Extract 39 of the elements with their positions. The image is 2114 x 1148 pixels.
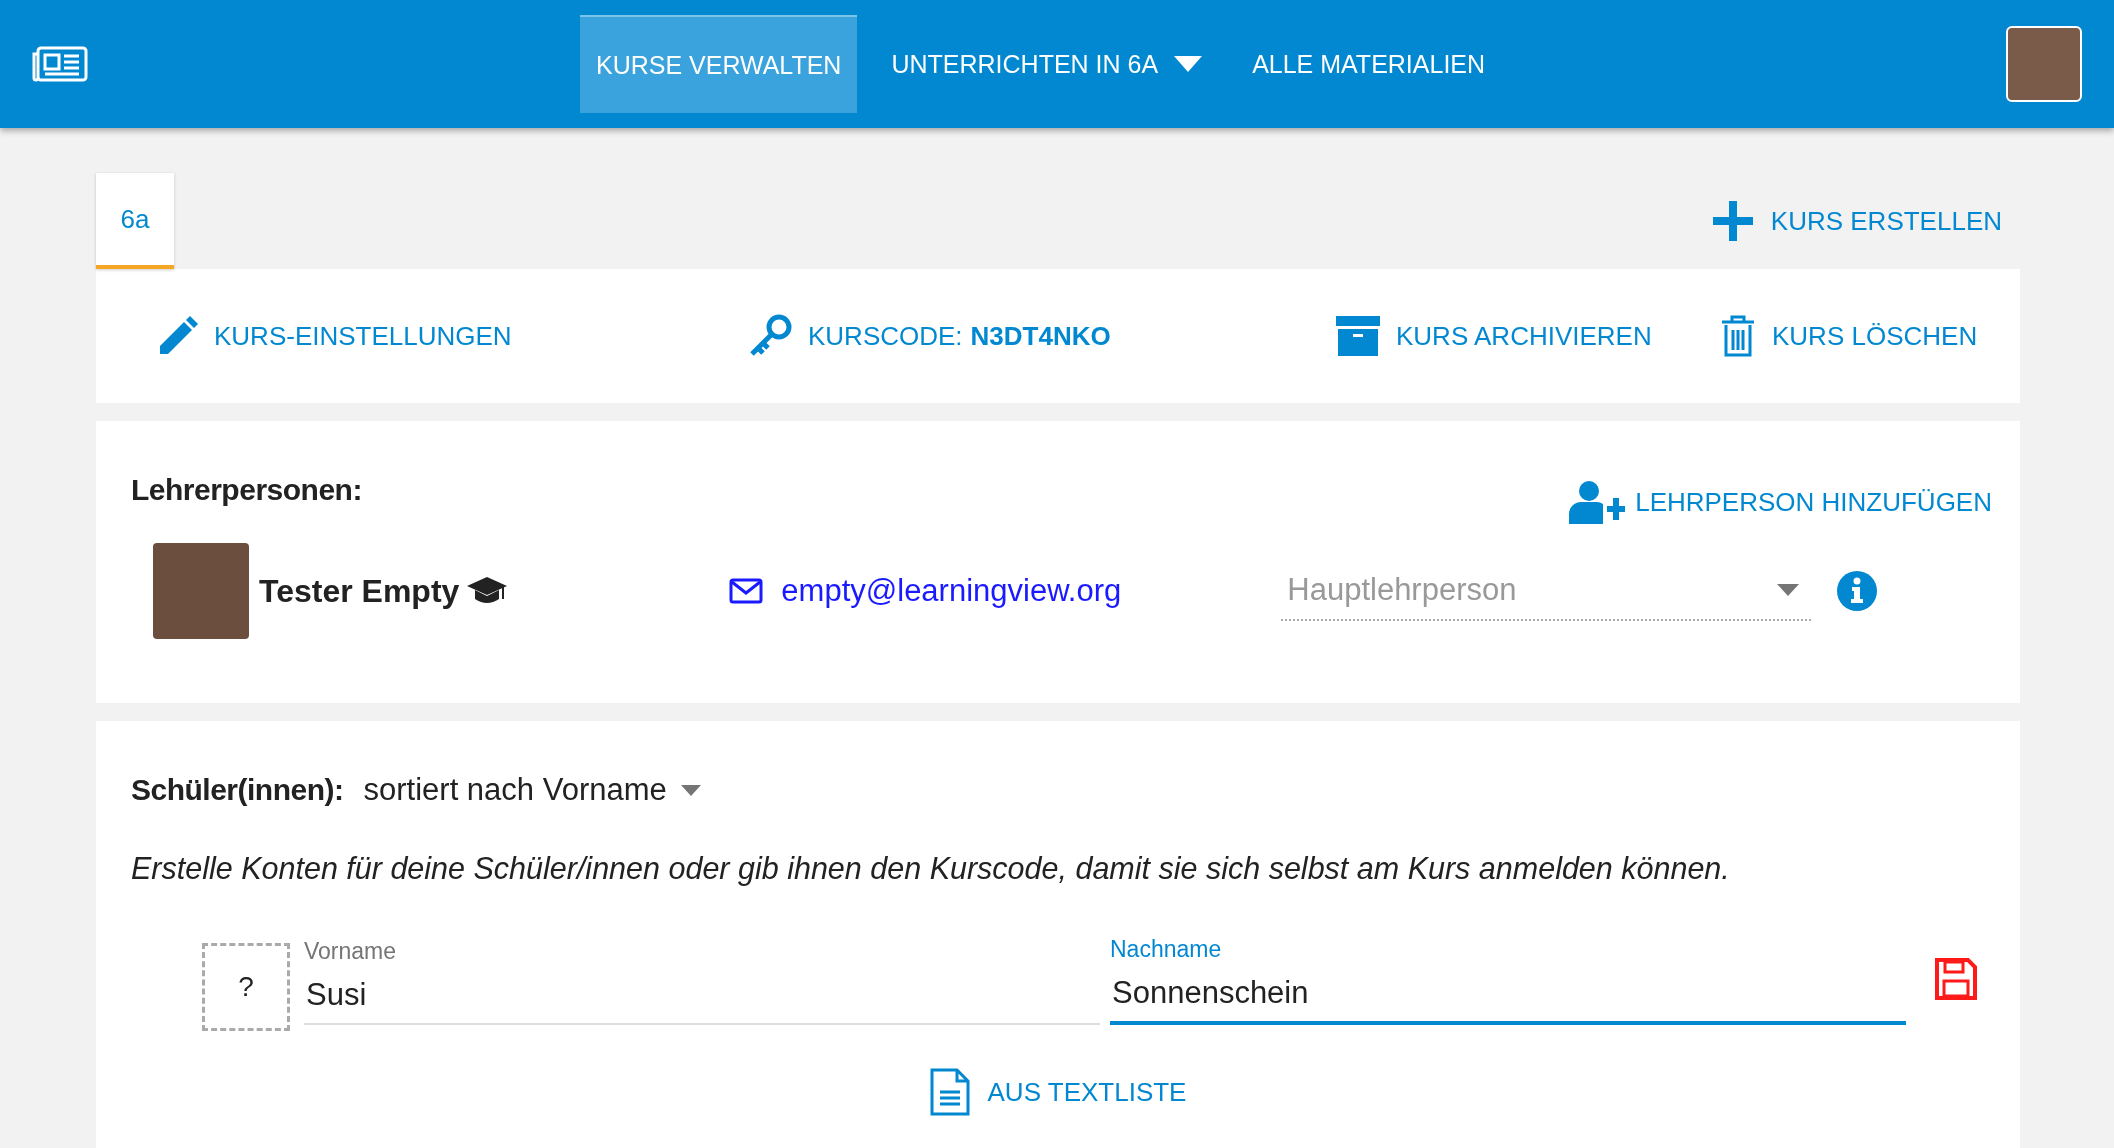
caret-icon <box>1174 56 1203 72</box>
key-icon <box>748 314 792 358</box>
newspaper-icon[interactable] <box>32 46 88 82</box>
section-heading: Schüler(innen): <box>131 773 344 807</box>
archive-box-icon <box>1336 316 1380 356</box>
course-tab[interactable]: 6a <box>96 173 174 269</box>
nav-tab[interactable]: ALLE MATERIALIEN <box>1236 15 1502 113</box>
field-label: Vorname <box>304 938 398 965</box>
document-icon <box>929 1068 970 1116</box>
course-action-button[interactable]: KURS LÖSCHEN <box>1712 307 1986 365</box>
sort-dropdown[interactable]: sortiert nach Vorname <box>357 771 707 809</box>
course-action-button[interactable]: KURS ARCHIVIEREN <box>1328 308 1660 364</box>
add-teacher-button[interactable]: LEHRPERSON HINZUFÜGEN <box>1563 479 1998 525</box>
import-from-text-list-button[interactable]: AUS TEXTLISTE <box>923 1067 1193 1117</box>
avatar-photo-placeholder[interactable] <box>2006 26 2082 102</box>
input-field[interactable]: Susi <box>304 973 1100 1025</box>
avatar-placeholder[interactable]: ? <box>202 943 290 1031</box>
teacher-name: Tester Empty <box>259 572 460 610</box>
plus-icon <box>1712 201 1753 241</box>
role-select[interactable]: Hauptlehrperson <box>1281 561 1812 621</box>
email-link[interactable]: empty@learningview.org <box>781 573 1122 609</box>
course-action-button[interactable]: KURSCODE: N3DT4NKO <box>740 306 1119 366</box>
input-field[interactable]: Sonnenschein <box>1110 971 1906 1025</box>
course-action-button[interactable]: KURS-EINSTELLUNGEN <box>150 308 520 364</box>
hint-text: Erstelle Konten für deine Schüler/innen oder gib ihnen den Kurscode, damit sie sich selbst am Kurs anmelden können. <box>131 851 1731 886</box>
caret-icon <box>1777 584 1800 596</box>
save-icon[interactable] <box>1934 957 1978 1001</box>
nav-tab[interactable]: UNTERRICHTEN IN 6A <box>875 15 1219 113</box>
pencil-icon <box>158 316 198 356</box>
info-icon[interactable] <box>1837 571 1878 611</box>
graduation-cap-icon <box>467 577 508 605</box>
trash-icon <box>1720 315 1756 357</box>
mail-icon <box>729 578 764 604</box>
create-course-button[interactable]: KURS ERSTELLEN <box>1706 200 2008 242</box>
add-user-icon <box>1569 480 1626 524</box>
caret-icon <box>680 784 701 796</box>
nav-tab[interactable]: KURSE VERWALTEN <box>580 15 858 113</box>
section-heading: Lehrerpersonen: <box>131 473 362 507</box>
field-label: Nachname <box>1110 936 1223 963</box>
